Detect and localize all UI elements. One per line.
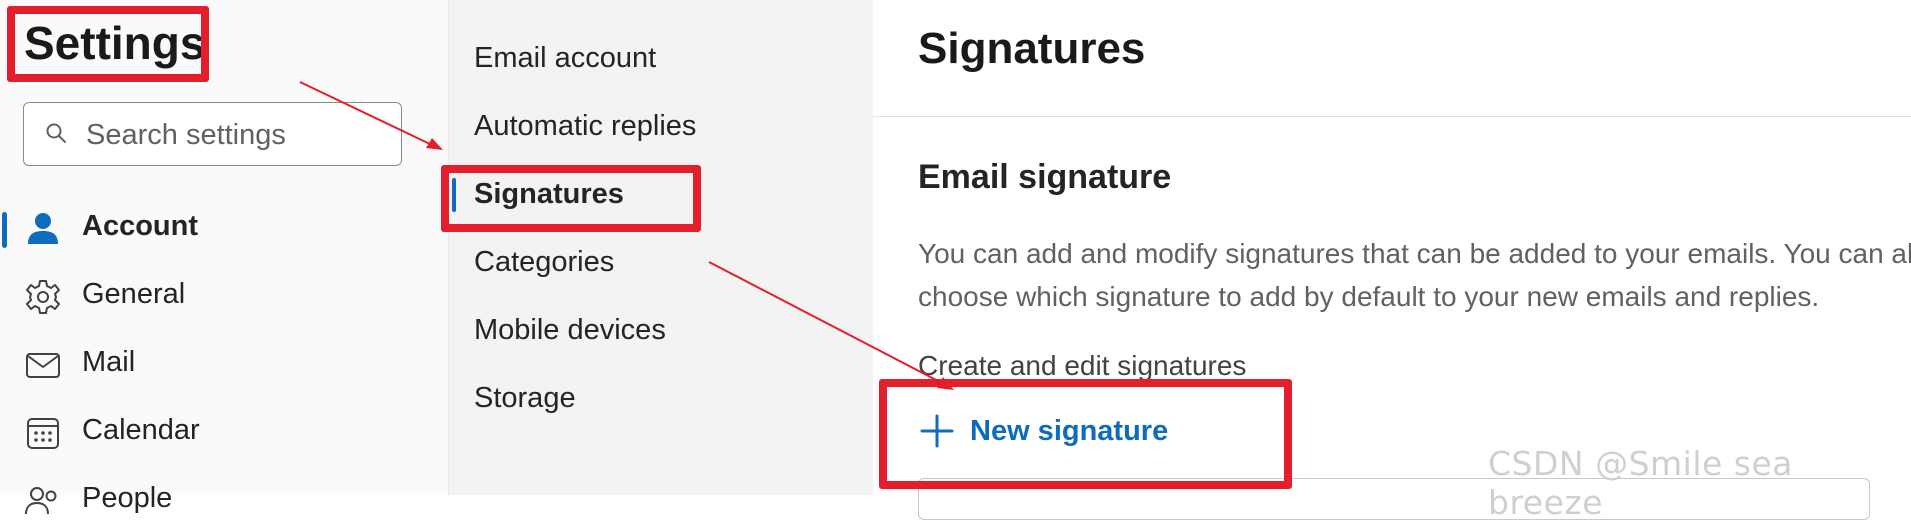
section-title: Email signature: [918, 158, 1172, 196]
sidebar-item-mail[interactable]: Mail: [0, 336, 448, 392]
subnav-item-mobile-devices[interactable]: Mobile devices: [474, 314, 666, 347]
person-icon: [28, 213, 58, 244]
search-input[interactable]: [84, 115, 388, 155]
signatures-highlight: [441, 165, 701, 232]
subnav-item-email-account[interactable]: Email account: [474, 42, 656, 75]
search-icon: [46, 123, 66, 143]
watermark: CSDN @Smile sea breeze: [1488, 444, 1794, 522]
sidebar-item-label: General: [82, 278, 186, 310]
sidebar-item-label: People: [82, 482, 173, 514]
subsection-title: Create and edit signatures: [918, 350, 1247, 381]
search-box[interactable]: [23, 102, 402, 166]
people-icon: [25, 487, 57, 515]
subnav-item-automatic-replies[interactable]: Automatic replies: [474, 110, 696, 143]
mail-icon: [26, 353, 60, 378]
new-signature-highlight: [879, 379, 1292, 489]
signature-description: You can add and modify signatures that c…: [918, 238, 1911, 312]
sidebar-item-label: Mail: [82, 346, 136, 378]
calendar-icon: [27, 418, 59, 449]
sidebar-item-general[interactable]: General: [0, 268, 448, 324]
gear-icon: [26, 280, 60, 314]
subnav-item-categories[interactable]: Categories: [474, 246, 614, 279]
sidebar-item-label: Calendar: [82, 414, 200, 446]
page-title: Signatures: [918, 24, 1146, 73]
sidebar-item-account[interactable]: Account: [0, 200, 448, 256]
subnav-item-storage[interactable]: Storage: [474, 382, 576, 415]
settings-title-highlight: [7, 6, 209, 82]
sidebar-item-label: Account: [82, 210, 198, 242]
header-divider: [873, 116, 1911, 117]
sidebar-item-people[interactable]: People: [0, 472, 448, 528]
sidebar-item-calendar[interactable]: Calendar: [0, 404, 448, 460]
